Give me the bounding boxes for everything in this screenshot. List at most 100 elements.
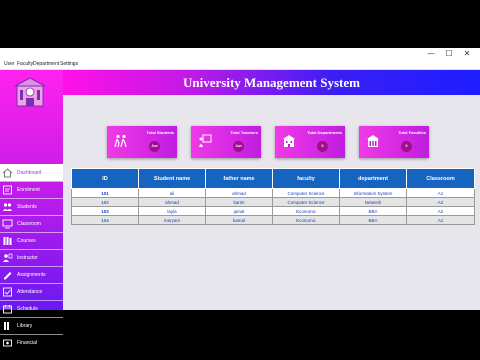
main-content: University Management System Total Stude…: [63, 70, 480, 310]
table-cell: 104: [71, 215, 139, 225]
table-cell: maryam: [138, 215, 206, 225]
app-window: — ☐ ✕ User Faculty Department Settings D…: [0, 48, 480, 347]
stat-card-title: Total Students: [146, 130, 174, 135]
stat-card-students[interactable]: Total Students Jun: [107, 126, 177, 158]
stat-card-value: Jun: [149, 141, 160, 152]
students-icon: [3, 203, 12, 211]
university-building-logo: [14, 77, 46, 107]
stat-card-title: Total Faculties: [398, 130, 426, 135]
students-table: ID Student name father name faculty depa…: [71, 168, 475, 225]
stat-card-value: 0: [401, 141, 412, 152]
table-cell: 102: [71, 197, 139, 207]
table-cell: Computer Science: [272, 197, 340, 207]
building-icon: [283, 135, 295, 147]
financial-icon: [3, 339, 12, 347]
table-header-row: ID Student name father name faculty depa…: [71, 168, 475, 189]
courses-icon: [3, 237, 12, 245]
column-header[interactable]: ID: [71, 168, 139, 189]
attendance-icon: [3, 287, 12, 297]
table-cell: kamal: [205, 215, 273, 225]
stat-card-title: Total Departments: [307, 130, 342, 135]
table-cell: ali: [138, 188, 206, 198]
home-icon: [2, 168, 13, 178]
enrolment-icon: [3, 185, 12, 195]
sidebar-item-label: Students: [17, 204, 37, 210]
table-cell: Economic: [272, 206, 340, 216]
column-header[interactable]: Classroom: [406, 168, 475, 189]
table-cell: A2: [406, 197, 475, 207]
column-header[interactable]: Student name: [138, 168, 206, 189]
sidebar-item-label: Assignments: [17, 272, 46, 278]
sidebar-item-label: Schedule: [17, 306, 38, 312]
schedule-icon: [3, 305, 12, 314]
table-cell: jamal: [205, 206, 273, 216]
sidebar: Dashboard Enrolment Students Classroom C…: [0, 70, 63, 347]
stat-card-value: 0: [317, 141, 328, 152]
menu-bar: User Faculty Department Settings: [0, 60, 480, 70]
column-header[interactable]: faculty: [272, 168, 340, 189]
sidebar-item-attendance[interactable]: Attendance: [0, 283, 63, 300]
table-row[interactable]: 102 ahmad karim Computer Science Network…: [71, 197, 475, 207]
table-cell: Economic: [272, 215, 340, 225]
sidebar-item-assignments[interactable]: Assignments: [0, 266, 63, 283]
library-icon: [4, 322, 9, 330]
table-row[interactable]: 103 layla jamal Economic BBA A2: [71, 206, 475, 216]
assignments-icon: [4, 272, 12, 280]
app-header: University Management System: [63, 70, 480, 95]
sidebar-item-label: Enrolment: [17, 187, 40, 193]
table-cell: Computer Science: [272, 188, 340, 198]
table-cell: Information System: [339, 188, 407, 198]
maximize-button[interactable]: ☐: [442, 48, 456, 60]
faculty-building-icon: [367, 135, 379, 147]
students-walking-icon: [114, 134, 127, 148]
sidebar-item-enrolment[interactable]: Enrolment: [0, 181, 63, 198]
menu-settings[interactable]: Settings: [60, 60, 78, 69]
sidebar-item-instructor[interactable]: Instructor: [0, 249, 63, 266]
stat-card-teachers[interactable]: Total Teachers Jun: [191, 126, 261, 158]
menu-faculty[interactable]: Faculty: [17, 60, 33, 69]
table-cell: ahmad: [138, 197, 206, 207]
classroom-icon: [2, 219, 13, 229]
stat-card-value: Jun: [233, 141, 244, 152]
stat-card-title: Total Teachers: [230, 130, 258, 135]
stat-card-faculties[interactable]: Total Faculties 0: [359, 126, 429, 158]
table-cell: ahmad: [205, 188, 273, 198]
sidebar-item-dashboard[interactable]: Dashboard: [0, 164, 63, 181]
sidebar-item-label: Dashboard: [17, 170, 42, 176]
sidebar-item-students[interactable]: Students: [0, 198, 63, 215]
sidebar-item-label: Attendance: [17, 289, 43, 295]
sidebar-item-label: Instructor: [17, 255, 38, 261]
page-title: University Management System: [183, 75, 360, 90]
table-cell: BBA: [339, 206, 407, 216]
table-cell: A2: [406, 206, 475, 216]
table-cell: layla: [138, 206, 206, 216]
table-cell: 103: [71, 206, 139, 216]
sidebar-item-label: Financial: [17, 340, 38, 346]
sidebar-item-label: Library: [17, 323, 33, 329]
sidebar-item-financial[interactable]: Financial: [0, 334, 63, 351]
close-button[interactable]: ✕: [460, 48, 474, 60]
table-cell: A1: [406, 188, 475, 198]
teacher-board-icon: [199, 134, 212, 147]
column-header[interactable]: father name: [205, 168, 273, 189]
menu-user[interactable]: User: [4, 60, 15, 69]
table-cell: 101: [71, 188, 139, 198]
table-row[interactable]: 101 ali ahmad Computer Science Informati…: [71, 188, 475, 198]
table-cell: Network: [339, 197, 407, 207]
column-header[interactable]: department: [339, 168, 407, 189]
minimize-button[interactable]: —: [424, 48, 438, 60]
table-cell: BBA: [339, 215, 407, 225]
sidebar-item-courses[interactable]: Courses: [0, 232, 63, 249]
title-bar: — ☐ ✕: [0, 48, 480, 60]
sidebar-item-label: Classroom: [17, 221, 41, 227]
menu-department[interactable]: Department: [33, 60, 59, 69]
stat-card-departments[interactable]: Total Departments 0: [275, 126, 345, 158]
sidebar-item-library[interactable]: Library: [0, 317, 63, 334]
table-cell: A1: [406, 215, 475, 225]
sidebar-item-classroom[interactable]: Classroom: [0, 215, 63, 232]
sidebar-item-schedule[interactable]: Schedule: [0, 300, 63, 317]
sidebar-item-label: Courses: [17, 238, 36, 244]
table-row[interactable]: 104 maryam kamal Economic BBA A1: [71, 215, 475, 225]
instructor-icon: [3, 253, 13, 262]
table-cell: karim: [205, 197, 273, 207]
